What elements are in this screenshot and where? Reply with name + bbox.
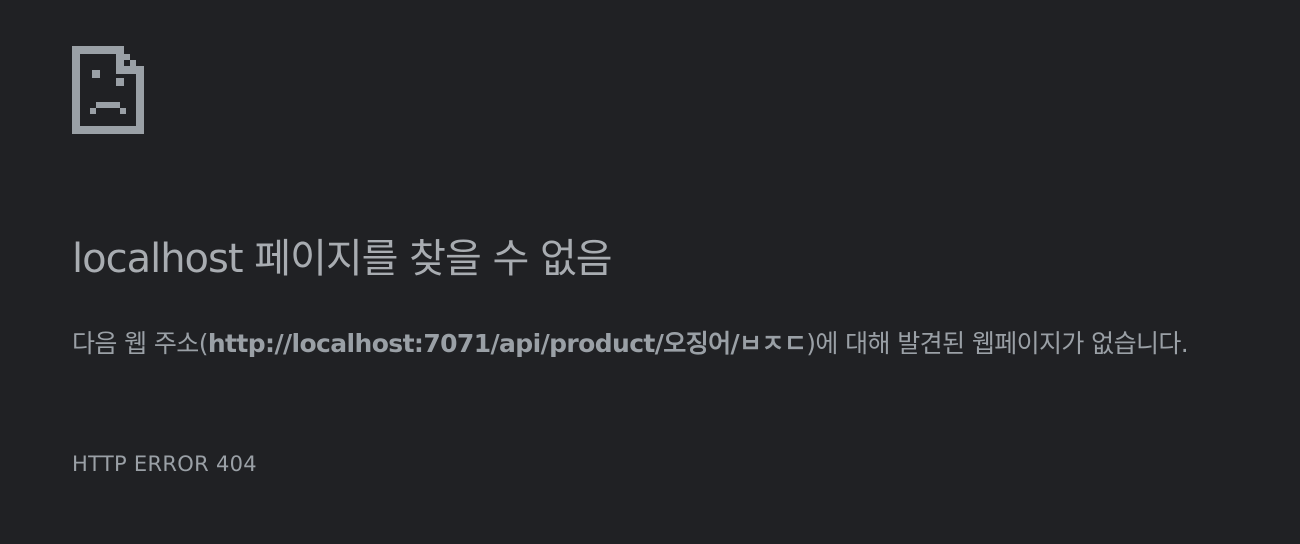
page-title: localhost 페이지를 찾을 수 없음: [72, 236, 613, 282]
error-code: HTTP ERROR 404: [72, 452, 257, 476]
error-url: http://localhost:7071/api/product/오징어/ㅂㅈ…: [207, 329, 807, 358]
sad-page-icon: [72, 46, 144, 134]
description-suffix: )에 대해 발견된 웹페이지가 없습니다.: [806, 329, 1189, 358]
error-description: 다음 웹 주소(http://localhost:7071/api/produc…: [72, 320, 1282, 368]
description-prefix: 다음 웹 주소(: [72, 329, 208, 358]
